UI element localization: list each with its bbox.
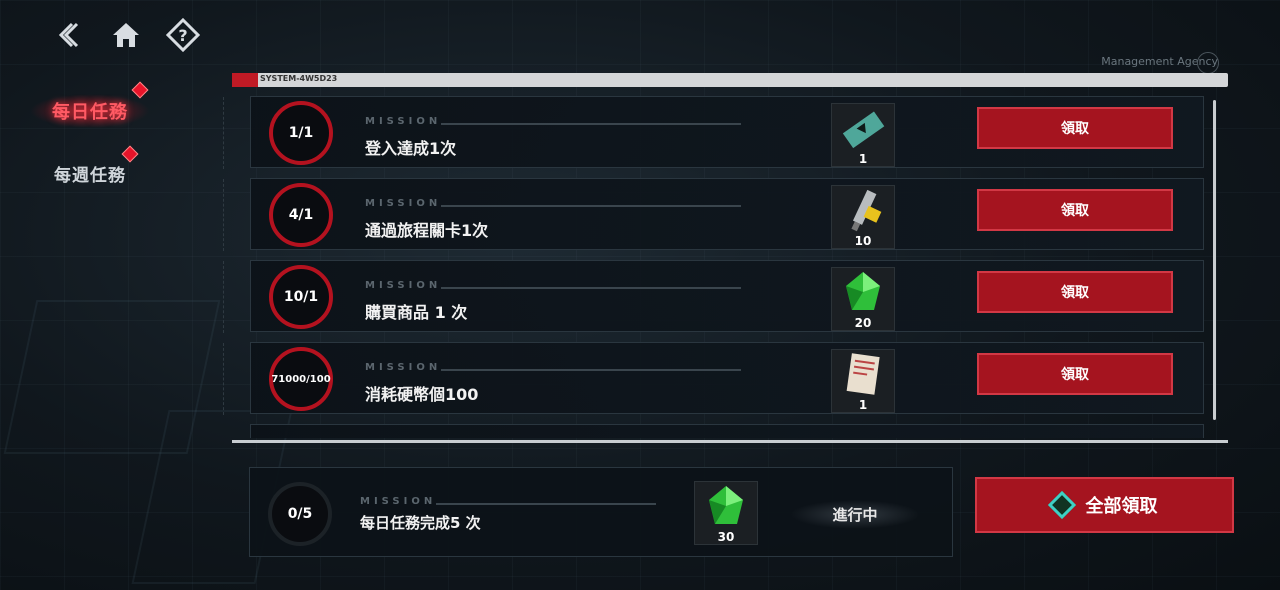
mission-row: 4/1 MISSION 通過旅程關卡1次 10 領取 [223,178,1204,251]
mission-title: 登入達成1次 [365,139,457,158]
row-decoration [223,261,250,333]
diamond-icon [1047,490,1076,520]
status-label: 進行中 [790,500,920,529]
mission-label: MISSION [365,280,442,291]
system-code: SYSTEM-4W5D23 [260,74,338,83]
divider [441,205,741,207]
svg-text:?: ? [178,26,187,45]
green-crystal-icon [846,272,880,310]
claim-button[interactable]: 領取 [977,107,1173,149]
scrollbar[interactable] [1213,100,1216,420]
reward-item[interactable]: 1 [831,349,895,413]
mission-row: 10/1 MISSION 購買商品 1 次 20 領取 [223,260,1204,333]
divider [441,123,741,125]
claim-button[interactable]: 領取 [977,271,1173,313]
progress-ring: 0/5 [268,482,332,546]
progress-ring: 1/1 [269,101,333,165]
tab-weekly-missions[interactable]: 每週任務 [54,161,126,186]
mission-row: 71000/100 MISSION 消耗硬幣個100 1 領取 [223,342,1204,415]
reward-item[interactable]: 1 [831,103,895,167]
home-icon[interactable] [109,18,143,52]
mission-label: MISSION [365,362,442,373]
progress-ring: 10/1 [269,265,333,329]
progress-ring: 71000/100 [269,347,333,411]
mission-title: 通過旅程關卡1次 [365,221,489,240]
mission-label: MISSION [360,496,437,507]
tab-daily-missions[interactable]: 每日任務 [30,94,150,128]
claim-button[interactable]: 領取 [977,189,1173,231]
divider [441,287,741,289]
reward-quantity: 30 [717,530,735,544]
mission-title: 購買商品 1 次 [365,303,468,322]
help-icon[interactable]: ? [165,17,201,53]
system-header-bar: SYSTEM-4W5D23 [232,73,1228,87]
reward-item[interactable]: 20 [831,267,895,331]
claim-all-button[interactable]: 全部領取 [975,477,1234,533]
reward-item[interactable]: 30 [694,481,758,545]
row-decoration [223,97,250,169]
back-chevron-icon[interactable] [52,18,86,52]
reward-item[interactable]: 10 [831,185,895,249]
green-crystal-icon [709,486,743,524]
mission-row: 1/1 MISSION 登入達成1次 1 領取 [223,96,1204,169]
syringe-icon [851,189,882,232]
divider [441,369,741,371]
row-decoration [223,179,250,251]
reward-quantity: 1 [858,152,868,166]
row-decoration [223,343,250,415]
reward-quantity: 1 [858,398,868,412]
mission-title: 消耗硬幣個100 [365,385,479,404]
ticket-icon [842,111,885,149]
claim-all-label: 全部領取 [1085,496,1158,517]
mission-row [250,424,1204,438]
progress-ring: 4/1 [269,183,333,247]
mission-title: 每日任務完成5 次 [360,514,481,532]
mission-label: MISSION [365,116,442,127]
mission-label: MISSION [365,198,442,209]
daily-summary-panel: 0/5 MISSION 每日任務完成5 次 30 進行中 [249,467,953,557]
divider [436,503,656,505]
reward-quantity: 10 [854,234,872,248]
list-divider [232,440,1228,443]
claim-button[interactable]: 領取 [977,353,1173,395]
header-chevron-icon [232,73,258,87]
document-icon [846,353,880,395]
reward-quantity: 20 [854,316,872,330]
agency-logo-icon [1197,52,1219,74]
